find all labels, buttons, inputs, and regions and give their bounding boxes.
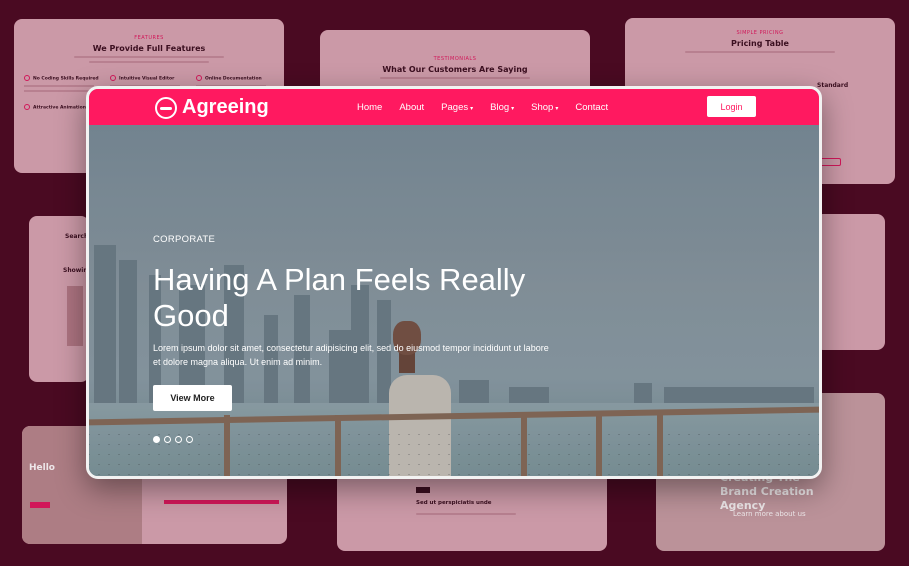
sidebar-preview-card (815, 214, 885, 350)
navbar: Agreeing Home About Pages ▾ Blog ▾ Shop ▾ C… (89, 89, 819, 125)
nav-item-shop[interactable]: Shop ▾ (531, 102, 558, 113)
slider-dot[interactable] (175, 436, 182, 443)
slider-dot[interactable] (153, 436, 160, 443)
blog-post-preview-card: Sed ut perspiciatis unde (337, 470, 607, 551)
hello-button[interactable] (30, 502, 50, 508)
hero-description: Lorem ipsum dolor sit amet, consectetur … (153, 343, 549, 367)
testimonials-kicker: TESTIMONIALS (433, 56, 477, 62)
hero-title: Having A Plan Feels Really Good (153, 262, 526, 333)
main-website-preview: CORPORATE Having A Plan Feels Really Goo… (86, 86, 822, 479)
nav-item-about[interactable]: About (399, 102, 424, 113)
post-title: Sed ut perspiciatis unde (416, 500, 492, 506)
pricing-plan-name: Standard (817, 82, 849, 89)
slider-dot[interactable] (164, 436, 171, 443)
agency-subtitle: Learn more about us (733, 510, 806, 518)
chevron-down-icon: ▾ (470, 105, 474, 112)
feature-icon (24, 103, 30, 110)
pricing-title: Pricing Table (731, 39, 789, 48)
view-more-button[interactable]: View More (153, 385, 232, 411)
showing-title: Showin (63, 267, 88, 274)
nav-item-home[interactable]: Home (357, 102, 382, 113)
nav-links: Home About Pages ▾ Blog ▾ Shop ▾ Contact (357, 89, 625, 125)
testimonials-title: What Our Customers Are Saying (382, 65, 528, 74)
chevron-down-icon: ▾ (555, 105, 559, 112)
slider-dots (153, 436, 193, 443)
hero-section: CORPORATE Having A Plan Feels Really Goo… (89, 125, 819, 476)
feature-icon (196, 75, 202, 81)
nav-item-blog[interactable]: Blog ▾ (490, 102, 514, 113)
logo-text: Agreeing (182, 96, 269, 118)
nav-item-contact[interactable]: Contact (575, 102, 608, 113)
search-title: Search (65, 233, 89, 240)
search-preview-card: Search Showin (29, 216, 89, 382)
features-title: We Provide Full Features (92, 44, 206, 53)
slider-dot[interactable] (186, 436, 193, 443)
feature-icon (110, 75, 116, 81)
feature-icon (24, 75, 30, 81)
product-thumbnail[interactable] (67, 286, 83, 346)
hello-title: Hello (29, 463, 55, 473)
site-logo[interactable]: Agreeing (155, 96, 269, 119)
features-kicker: FEATURES (134, 35, 164, 41)
chevron-down-icon: ▾ (511, 105, 515, 112)
logo-icon (155, 96, 177, 119)
nav-item-pages[interactable]: Pages ▾ (441, 102, 473, 113)
login-button[interactable]: Login (707, 96, 756, 117)
pricing-kicker: SIMPLE PRICING (736, 30, 784, 36)
hero-kicker: CORPORATE (153, 234, 216, 245)
